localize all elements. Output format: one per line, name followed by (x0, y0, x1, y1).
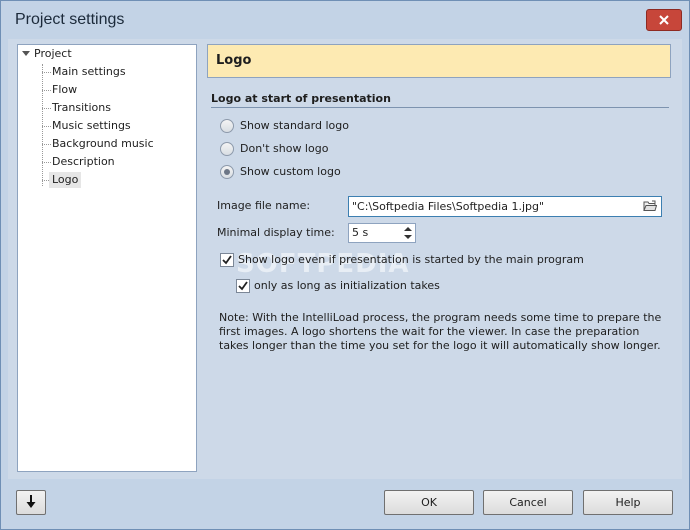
cancel-button[interactable]: Cancel (483, 490, 573, 515)
check-initialization[interactable]: only as long as initialization takes (236, 278, 440, 294)
note-text: Note: With the IntelliLoad process, the … (219, 311, 662, 352)
tree-connector (42, 72, 51, 73)
checkbox-label: only as long as initialization takes (254, 279, 440, 292)
project-settings-window: Project settings Project Main settings F… (0, 0, 690, 530)
title-bar: Project settings (1, 1, 689, 39)
radio-no-logo[interactable]: Don't show logo (220, 141, 328, 157)
checkbox[interactable] (220, 253, 234, 267)
tree-item-project[interactable]: Project (34, 46, 72, 62)
radio-button[interactable] (220, 119, 234, 133)
tree-connector (42, 144, 51, 145)
settings-tree[interactable]: Project Main settings Flow Transitions M… (17, 44, 197, 472)
radio-label: Show custom logo (240, 165, 341, 178)
tree-expand-icon[interactable] (22, 51, 30, 56)
check-main-program[interactable]: Show logo even if presentation is starte… (220, 252, 584, 268)
close-button[interactable] (646, 9, 682, 31)
tree-item-main-settings[interactable]: Main settings (52, 64, 126, 80)
tree-item-music-settings[interactable]: Music settings (52, 118, 131, 134)
display-time-label: Minimal display time: (217, 226, 335, 239)
button-bar: OK Cancel Help (8, 481, 682, 525)
tree-connector (42, 126, 51, 127)
radio-standard-logo[interactable]: Show standard logo (220, 118, 349, 134)
display-time-spinner[interactable]: 5 s (348, 223, 416, 243)
checkmark-icon (238, 281, 248, 291)
help-button[interactable]: Help (583, 490, 673, 515)
spinner-arrows-icon[interactable] (403, 225, 413, 241)
tree-item-background-music[interactable]: Background music (52, 136, 154, 152)
panel-header-title: Logo (216, 53, 252, 68)
ok-button[interactable]: OK (384, 490, 474, 515)
tree-connector (42, 90, 51, 91)
tree-item-flow[interactable]: Flow (52, 82, 77, 98)
radio-button-selected[interactable] (220, 165, 234, 179)
folder-open-icon[interactable] (643, 200, 657, 212)
tree-item-transitions[interactable]: Transitions (52, 100, 111, 116)
radio-label: Show standard logo (240, 119, 349, 132)
checkbox[interactable] (236, 279, 250, 293)
tree-connector (42, 162, 51, 163)
client-area: Project Main settings Flow Transitions M… (8, 39, 682, 479)
panel-header: Logo (207, 44, 671, 78)
radio-button[interactable] (220, 142, 234, 156)
checkbox-label: Show logo even if presentation is starte… (238, 253, 584, 266)
section-divider (211, 107, 669, 108)
tree-item-description[interactable]: Description (52, 154, 115, 170)
move-down-button[interactable] (16, 490, 46, 515)
section-title: Logo at start of presentation (211, 92, 391, 105)
radio-custom-logo[interactable]: Show custom logo (220, 164, 341, 180)
checkmark-icon (222, 255, 232, 265)
window-title: Project settings (15, 11, 125, 28)
image-file-value: "C:\Softpedia Files\Softpedia 1.jpg" (352, 200, 545, 213)
close-icon (659, 15, 669, 25)
arrow-down-icon (26, 495, 36, 508)
image-file-input[interactable]: "C:\Softpedia Files\Softpedia 1.jpg" (348, 196, 662, 217)
tree-connector (42, 108, 51, 109)
display-time-value: 5 s (352, 226, 369, 239)
tree-connector (42, 64, 43, 186)
tree-item-logo[interactable]: Logo (49, 172, 82, 188)
image-file-label: Image file name: (217, 199, 311, 212)
radio-label: Don't show logo (240, 142, 329, 155)
